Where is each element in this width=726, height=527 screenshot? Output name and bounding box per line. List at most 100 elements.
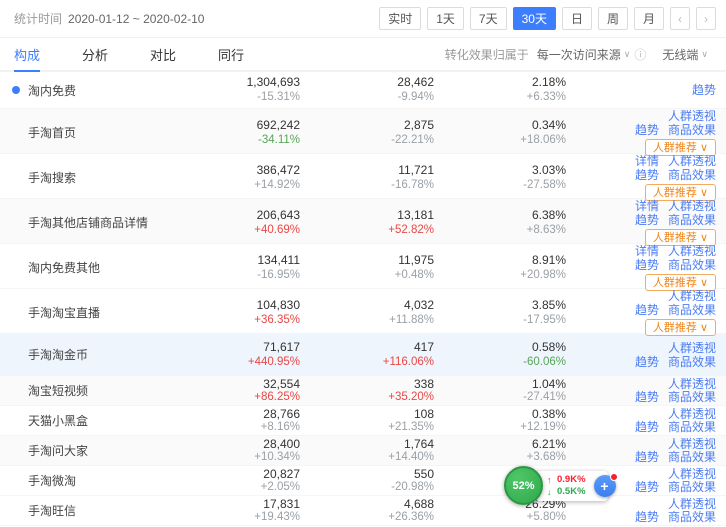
visitors-cell: 1,304,693 -15.31% <box>150 75 300 105</box>
action-link-人群透视[interactable]: 人群透视 <box>668 154 716 168</box>
action-link-趋势[interactable]: 趋势 <box>635 303 659 317</box>
source-name-cell: 淘内免费其他 <box>28 259 150 276</box>
time-range-button-日[interactable]: 日 <box>562 7 592 30</box>
action-link-趋势[interactable]: 趋势 <box>635 168 659 182</box>
action-link-商品效果[interactable]: 商品效果 <box>668 123 716 137</box>
action-link-人群透视[interactable]: 人群透视 <box>668 289 716 303</box>
widget-plus-button[interactable]: + <box>594 475 616 497</box>
action-link-商品效果[interactable]: 商品效果 <box>668 480 716 494</box>
action-link-趋势[interactable]: 趋势 <box>635 390 659 404</box>
buyers-change: -16.78% <box>300 178 434 193</box>
buyers-value: 4,032 <box>300 298 434 313</box>
action-link-人群透视[interactable]: 人群透视 <box>668 497 716 511</box>
table-row: 手淘搜索 386,472 +14.92% 11,721 -16.78% 3.03… <box>0 154 726 199</box>
action-link-人群透视[interactable]: 人群透视 <box>668 407 716 421</box>
action-link-人群透视[interactable]: 人群透视 <box>668 341 716 355</box>
conversion-change: +6.33% <box>434 90 566 105</box>
time-range-button-30天[interactable]: 30天 <box>513 7 556 30</box>
crowd-recommend-button[interactable]: 人群推荐 ∨ <box>645 319 716 336</box>
action-link-人群透视[interactable]: 人群透视 <box>668 199 716 213</box>
action-link-人群透视[interactable]: 人群透视 <box>668 437 716 451</box>
tab-同行[interactable]: 同行 <box>218 38 244 72</box>
action-link-人群透视[interactable]: 人群透视 <box>668 467 716 481</box>
next-page-button[interactable]: › <box>696 7 716 30</box>
table-row: 淘内免费其他 134,411 -16.95% 11,975 +0.48% 8.9… <box>0 244 726 289</box>
action-link-详情[interactable]: 详情 <box>635 244 659 258</box>
action-link-商品效果[interactable]: 商品效果 <box>668 355 716 369</box>
time-button-group: 实时 1天 7天 30天日周月 ‹ › <box>373 7 716 30</box>
conversion-cell: 1.04% -27.41% <box>434 378 566 404</box>
action-link-人群透视[interactable]: 人群透视 <box>668 377 716 391</box>
buyers-change: +11.88% <box>300 313 434 328</box>
action-link-商品效果[interactable]: 商品效果 <box>668 213 716 227</box>
visitors-value: 386,472 <box>150 163 300 178</box>
action-link-趋势[interactable]: 趋势 <box>635 450 659 464</box>
top-toolbar: 统计时间 2020-01-12 ~ 2020-02-10 实时1天7天30天日周… <box>0 0 726 38</box>
action-link-趋势[interactable]: 趋势 <box>635 258 659 272</box>
action-link-商品效果[interactable]: 商品效果 <box>668 390 716 404</box>
time-range-button-7天[interactable]: 7天 <box>470 7 507 30</box>
attribution-select[interactable]: 每一次访问来源 <box>537 46 621 63</box>
tab-分析[interactable]: 分析 <box>82 38 108 72</box>
conversion-value: 8.91% <box>434 253 566 268</box>
action-link-人群透视[interactable]: 人群透视 <box>668 244 716 258</box>
action-link-趋势[interactable]: 趋势 <box>635 355 659 369</box>
visitors-cell: 104,830 +36.35% <box>150 298 300 328</box>
action-link-商品效果[interactable]: 商品效果 <box>668 303 716 317</box>
buyers-cell: 550 -20.98% <box>300 468 434 494</box>
visitors-change: -16.95% <box>150 268 300 283</box>
action-link-商品效果[interactable]: 商品效果 <box>668 420 716 434</box>
tab-对比[interactable]: 对比 <box>150 38 176 72</box>
buyers-value: 4,688 <box>300 498 434 511</box>
visitors-value: 206,643 <box>150 208 300 223</box>
visitors-cell: 28,766 +8.16% <box>150 408 300 434</box>
action-link-趋势[interactable]: 趋势 <box>635 420 659 434</box>
prev-page-button[interactable]: ‹ <box>670 7 690 30</box>
source-name-cell: 手淘微淘 <box>28 472 150 489</box>
buyers-change: +52.82% <box>300 223 434 238</box>
action-link-趋势[interactable]: 趋势 <box>635 480 659 494</box>
time-range-button-实时[interactable]: 实时 <box>379 7 421 30</box>
actions-cell: 人群透视趋势商品效果 <box>566 341 716 369</box>
time-range-button-月[interactable]: 月 <box>634 7 664 30</box>
buyers-cell: 11,975 +0.48% <box>300 253 434 283</box>
action-link-趋势[interactable]: 趋势 <box>635 213 659 227</box>
action-link-商品效果[interactable]: 商品效果 <box>668 510 716 524</box>
visitors-cell: 386,472 +14.92% <box>150 163 300 193</box>
action-link-人群透视[interactable]: 人群透视 <box>668 109 716 123</box>
source-name: 手淘首页 <box>28 124 76 141</box>
source-name: 手淘淘宝直播 <box>28 304 100 321</box>
up-stat: 0.9K% <box>557 474 586 486</box>
table-row: 淘内免费 1,304,693 -15.31% 28,462 -9.94% 2.1… <box>0 72 726 109</box>
source-name: 手淘淘金币 <box>28 346 88 363</box>
actions-cell: 人群透视趋势商品效果人群推荐 ∨ <box>566 289 716 336</box>
source-name-cell: 手淘问大家 <box>28 442 150 459</box>
conversion-change: -27.58% <box>434 178 566 193</box>
tab-构成[interactable]: 构成 <box>14 38 40 72</box>
action-link-详情[interactable]: 详情 <box>635 199 659 213</box>
source-name-cell: 手淘其他店铺商品详情 <box>28 214 150 231</box>
action-link-商品效果[interactable]: 商品效果 <box>668 168 716 182</box>
info-icon[interactable]: ⓘ <box>634 46 646 63</box>
action-link-详情[interactable]: 详情 <box>635 154 659 168</box>
buyers-value: 108 <box>300 408 434 421</box>
source-name-cell: 手淘淘宝直播 <box>28 304 150 321</box>
source-name: 淘内免费其他 <box>28 259 100 276</box>
actions-cell: 趋势 <box>566 83 716 97</box>
source-name-cell: 手淘旺信 <box>28 502 150 519</box>
percent-badge[interactable]: 52% <box>504 466 543 505</box>
action-link-趋势[interactable]: 趋势 <box>692 83 716 97</box>
buyers-cell: 417 +116.06% <box>300 340 434 370</box>
terminal-select[interactable]: 无线端 <box>662 46 698 63</box>
action-link-商品效果[interactable]: 商品效果 <box>668 258 716 272</box>
action-link-商品效果[interactable]: 商品效果 <box>668 450 716 464</box>
actions-cell: 详情人群透视趋势商品效果人群推荐 ∨ <box>566 244 716 291</box>
conversion-cell: 2.18% +6.33% <box>434 75 566 105</box>
visitors-change: +86.25% <box>150 391 300 404</box>
action-link-趋势[interactable]: 趋势 <box>635 123 659 137</box>
time-range-button-周[interactable]: 周 <box>598 7 628 30</box>
source-name: 手淘问大家 <box>28 442 88 459</box>
action-link-趋势[interactable]: 趋势 <box>635 510 659 524</box>
time-range-button-1天[interactable]: 1天 <box>427 7 464 30</box>
buyers-value: 13,181 <box>300 208 434 223</box>
